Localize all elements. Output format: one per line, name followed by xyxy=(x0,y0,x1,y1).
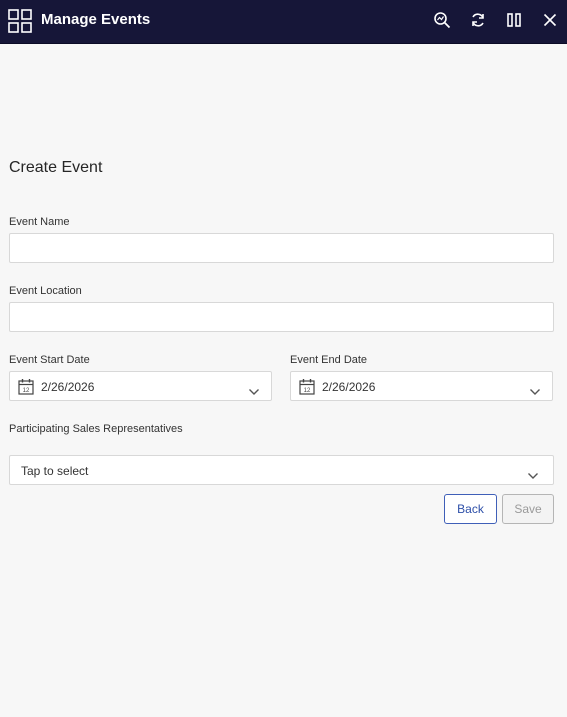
sales-reps-select[interactable]: Tap to select xyxy=(9,455,554,485)
calendar-icon: 12 xyxy=(299,378,315,395)
app-title: Manage Events xyxy=(41,11,151,28)
app-grid-icon[interactable] xyxy=(8,9,32,33)
start-date-picker[interactable]: 12 2/26/2026 xyxy=(9,371,272,401)
back-button[interactable]: Back xyxy=(444,494,497,524)
sales-reps-label: Participating Sales Representatives xyxy=(9,423,183,435)
search-analytics-icon[interactable] xyxy=(432,10,452,30)
sales-reps-value: Tap to select xyxy=(21,464,89,478)
event-location-label: Event Location xyxy=(9,285,82,297)
start-date-label: Event Start Date xyxy=(9,354,90,366)
save-button[interactable]: Save xyxy=(502,494,554,524)
event-name-input[interactable] xyxy=(9,233,554,263)
chevron-down-icon xyxy=(248,383,260,395)
columns-icon[interactable] xyxy=(504,10,524,30)
end-date-picker[interactable]: 12 2/26/2026 xyxy=(290,371,553,401)
event-name-label: Event Name xyxy=(9,216,70,228)
end-date-value: 2/26/2026 xyxy=(322,380,376,394)
app-header: Manage Events xyxy=(0,0,567,44)
svg-text:12: 12 xyxy=(304,388,311,394)
chevron-down-icon xyxy=(527,467,539,479)
page-title: Create Event xyxy=(9,159,103,176)
end-date-label: Event End Date xyxy=(290,354,368,366)
chevron-down-icon xyxy=(529,383,541,395)
refresh-icon[interactable] xyxy=(468,10,488,30)
start-date-value: 2/26/2026 xyxy=(41,380,95,394)
event-location-input[interactable] xyxy=(9,302,554,332)
svg-text:12: 12 xyxy=(23,388,30,394)
calendar-icon: 12 xyxy=(18,378,34,395)
close-icon[interactable] xyxy=(540,10,560,30)
